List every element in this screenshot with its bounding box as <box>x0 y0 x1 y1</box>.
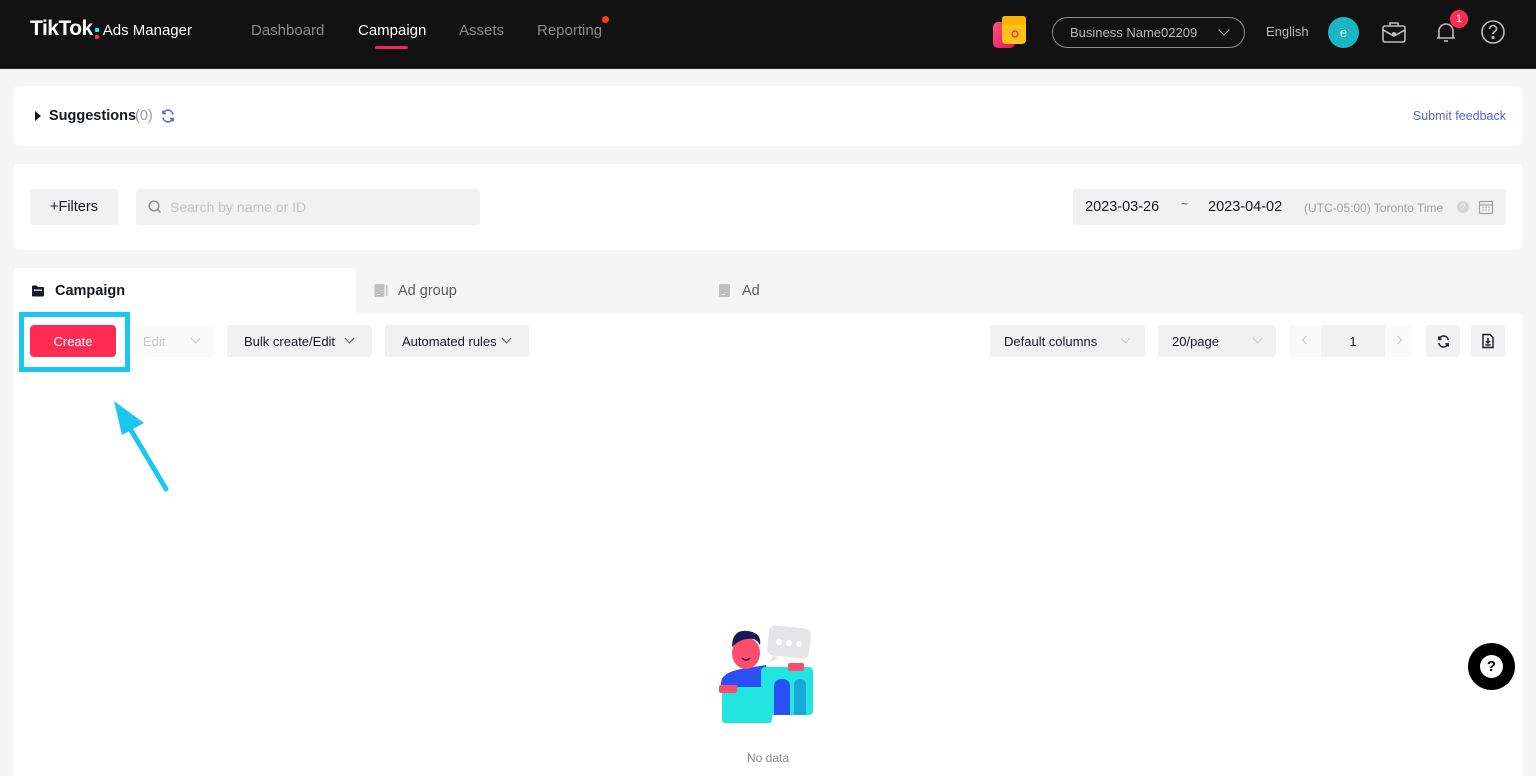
promo-gift-icon[interactable] <box>992 14 1028 50</box>
export-button[interactable] <box>1471 325 1505 357</box>
notification-count-badge: 1 <box>1450 10 1468 28</box>
search-field[interactable] <box>136 189 480 225</box>
empty-state-text: No data <box>746 751 790 765</box>
tiktok-ads-manager-logo[interactable]: TikTok Ads Manager <box>30 17 192 42</box>
ad-group-icon <box>374 284 388 297</box>
bulk-label: Bulk create/Edit <box>244 333 336 349</box>
suggestions-count: (0) <box>135 108 153 124</box>
expand-caret-icon[interactable] <box>35 111 41 121</box>
timezone-info-icon[interactable]: ? <box>1457 201 1469 213</box>
create-campaign-button[interactable]: Create <box>30 325 116 357</box>
chevron-down-icon <box>190 333 201 344</box>
automated-rules-dropdown[interactable]: Automated rules <box>385 325 529 357</box>
date-end[interactable]: 2023-04-02 <box>1208 199 1282 215</box>
columns-label: Default columns <box>1004 333 1098 349</box>
bulk-create-edit-dropdown[interactable]: Bulk create/Edit <box>227 325 372 357</box>
nav-assets[interactable]: Assets <box>459 22 504 39</box>
page-size-label: 20/page <box>1172 333 1219 349</box>
question-mark-icon: ? <box>1480 655 1503 678</box>
calendar-icon[interactable] <box>1478 199 1494 215</box>
active-nav-indicator <box>375 46 408 49</box>
search-icon <box>148 200 161 213</box>
tab-campaign-label: Campaign <box>55 282 126 299</box>
date-range-picker[interactable]: 2023-03-26 ~ 2023-04-02 (UTC-05:00) Toro… <box>1073 189 1506 225</box>
current-page-input[interactable]: 1 <box>1321 325 1385 357</box>
pagination: 1 <box>1289 325 1413 357</box>
brand-name: TikTok <box>30 17 93 40</box>
tab-ad[interactable]: Ad <box>718 268 760 313</box>
search-input[interactable] <box>170 199 460 215</box>
product-name: Ads Manager <box>102 22 192 39</box>
ad-icon <box>719 284 730 297</box>
edit-label: Edit <box>143 333 166 349</box>
page-size-select[interactable]: 20/page <box>1158 325 1276 357</box>
user-avatar[interactable]: e <box>1328 17 1359 48</box>
refresh-table-button[interactable] <box>1426 325 1460 357</box>
submit-feedback-link[interactable]: Submit feedback <box>1413 109 1506 123</box>
briefcase-icon[interactable] <box>1380 18 1408 46</box>
suggestions-title[interactable]: Suggestions <box>49 108 136 124</box>
tab-ad-group-label: Ad group <box>398 282 457 299</box>
chevron-down-icon <box>1120 333 1131 344</box>
download-file-icon <box>1482 333 1494 349</box>
nav-campaign[interactable]: Campaign <box>358 22 426 39</box>
timezone-label: (UTC-05:00) Toronto Time <box>1304 201 1444 215</box>
refresh-icon[interactable] <box>160 108 176 124</box>
nav-dashboard[interactable]: Dashboard <box>251 22 324 39</box>
nav-reporting[interactable]: Reporting <box>537 22 602 39</box>
suggestions-panel: Suggestions (0) Submit feedback <box>14 86 1522 146</box>
floating-help-button[interactable]: ? <box>1468 643 1515 690</box>
reporting-notification-dot <box>602 16 609 23</box>
tab-ad-group[interactable]: Ad group <box>374 268 457 313</box>
empty-state-illustration <box>719 625 813 723</box>
automated-rules-label: Automated rules <box>402 333 497 349</box>
business-account-select[interactable]: Business Name02209 <box>1052 17 1245 48</box>
edit-dropdown-disabled: Edit <box>132 325 214 357</box>
campaign-table-panel: Create Edit Bulk create/Edit Automated r… <box>14 312 1522 776</box>
folder-icon <box>32 285 44 297</box>
business-name: Business Name02209 <box>1070 25 1198 40</box>
top-navigation: TikTok Ads Manager Dashboard Campaign As… <box>0 0 1536 69</box>
language-selector[interactable]: English <box>1266 24 1309 39</box>
columns-select[interactable]: Default columns <box>990 325 1145 357</box>
tab-campaign[interactable]: Campaign <box>14 268 356 313</box>
help-icon[interactable] <box>1479 18 1507 46</box>
logo-colon-icon <box>94 28 99 39</box>
date-start[interactable]: 2023-03-26 <box>1085 199 1159 215</box>
add-filters-button[interactable]: +Filters <box>30 189 118 225</box>
date-separator: ~ <box>1181 197 1189 211</box>
chevron-down-icon <box>1218 24 1230 36</box>
annotation-arrow-icon <box>114 401 169 492</box>
filter-bar: +Filters 2023-03-26 ~ 2023-04-02 (UTC-05… <box>14 164 1522 250</box>
chevron-down-icon <box>501 333 512 344</box>
refresh-icon <box>1437 334 1449 348</box>
tab-ad-label: Ad <box>742 282 760 299</box>
prev-page-icon[interactable] <box>1301 335 1311 345</box>
chevron-down-icon <box>1252 333 1263 344</box>
chevron-down-icon <box>344 333 355 344</box>
next-page-icon[interactable] <box>1393 335 1403 345</box>
